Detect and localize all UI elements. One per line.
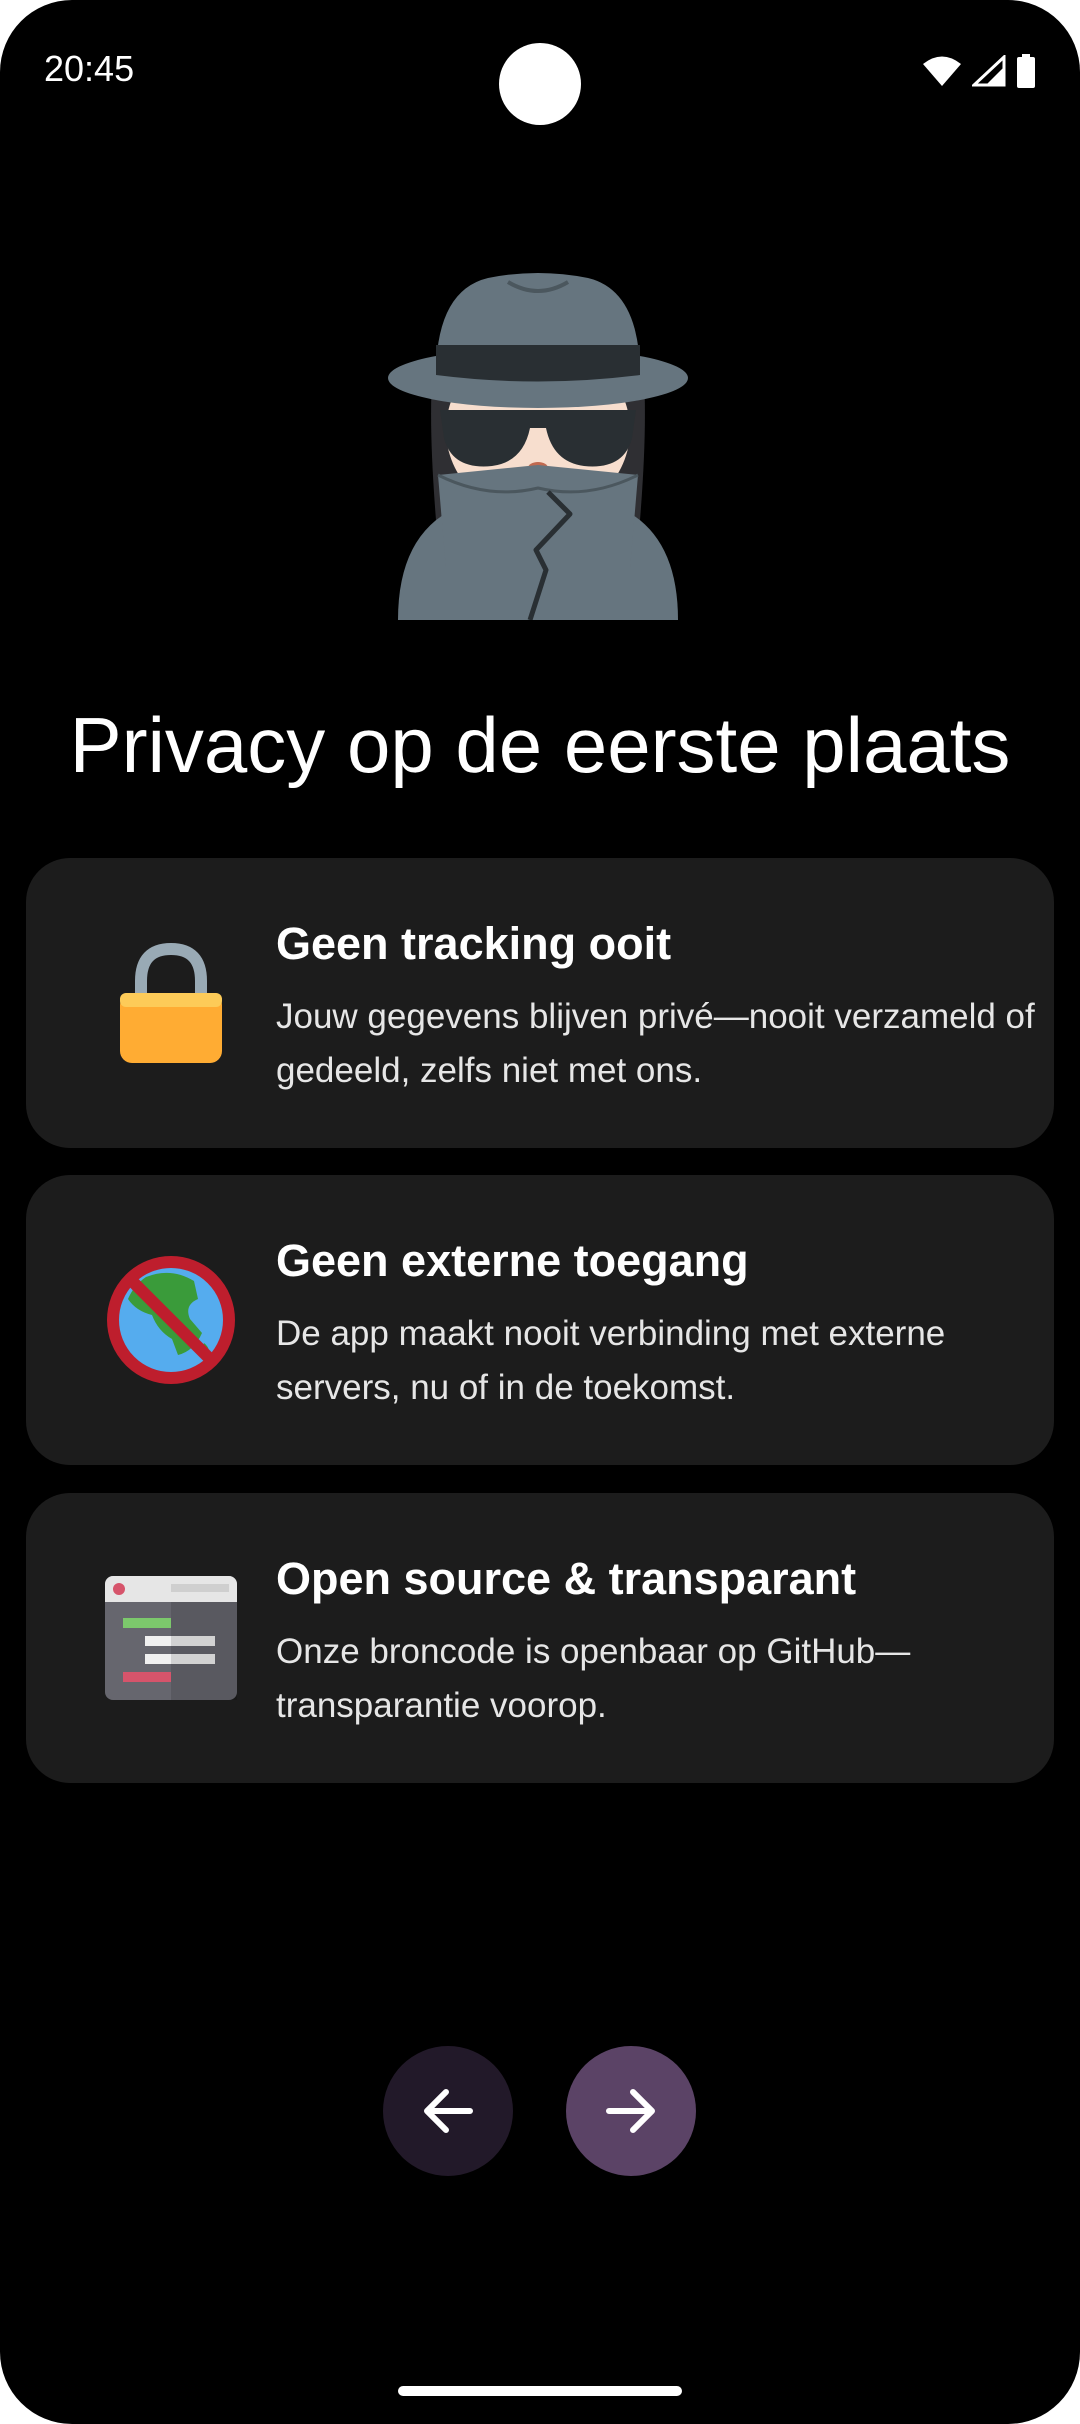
card-title: Geen tracking ooit: [276, 918, 672, 969]
wifi-icon: [923, 56, 961, 86]
arrow-right-icon: [606, 2089, 655, 2133]
home-indicator[interactable]: [398, 2386, 682, 2396]
detective-spy-icon: [388, 273, 688, 620]
arrow-left-icon: [424, 2089, 473, 2133]
feature-card-no-tracking: Geen tracking ooit Jouw gegevens blijven…: [26, 858, 1054, 1148]
code-window-icon: [105, 1576, 237, 1700]
card-description: Onze broncode is openbaar op GitHub—tran…: [276, 1632, 911, 1725]
feature-card-no-external-access: Geen externe toegang De app maakt nooit …: [26, 1175, 1054, 1465]
status-time: 20:45: [44, 48, 135, 89]
card-icon-container: [78, 1573, 264, 1703]
no-globe-icon: [107, 1256, 235, 1384]
card-description: De app maakt nooit verbinding met extern…: [276, 1314, 946, 1407]
camera-cutout: [499, 43, 581, 125]
card-icon-container: [78, 938, 264, 1068]
back-button[interactable]: [383, 2046, 513, 2176]
status-icons: [922, 54, 1036, 88]
card-icon-container: [78, 1255, 264, 1385]
card-description: Jouw gegevens blijven privé—nooit verzam…: [276, 997, 1035, 1090]
battery-icon: [1017, 54, 1035, 88]
feature-card-open-source: Open source & transparant Onze broncode …: [26, 1493, 1054, 1783]
next-button[interactable]: [566, 2046, 696, 2176]
page-title: Privacy op de eerste plaats: [69, 701, 1011, 789]
card-title: Geen externe toegang: [276, 1235, 749, 1286]
cellular-signal-icon: [972, 55, 1006, 87]
lock-icon: [120, 942, 222, 1063]
screen: 20:45 Privacy op de eerste plaats Geen t…: [0, 0, 1080, 2424]
card-title: Open source & transparant: [276, 1553, 857, 1604]
